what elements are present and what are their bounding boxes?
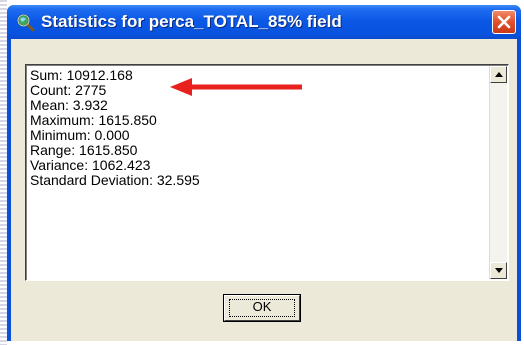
arrow-up-icon [495, 72, 503, 77]
title-bar[interactable]: Statistics for perca_TOTAL_85% field [7, 5, 521, 39]
vertical-scrollbar[interactable] [489, 66, 507, 279]
close-button[interactable] [492, 10, 516, 34]
stat-maximum: Maximum: 1615.850 [30, 112, 157, 128]
scroll-down-button[interactable] [490, 262, 507, 279]
red-arrow-annotation [170, 78, 302, 96]
stat-range: Range: 1615.850 [30, 142, 138, 158]
arrow-down-icon [495, 268, 503, 273]
close-icon [497, 15, 511, 29]
stat-standard-deviation: Standard Deviation: 32.595 [30, 172, 200, 188]
scroll-up-button[interactable] [490, 66, 507, 83]
stat-minimum: Minimum: 0.000 [30, 127, 130, 143]
stat-mean: Mean: 3.932 [30, 97, 108, 113]
statistics-dialog: Statistics for perca_TOTAL_85% field Sum… [7, 5, 521, 341]
focus-rectangle [229, 299, 295, 317]
window-title: Statistics for perca_TOTAL_85% field [41, 12, 342, 31]
magnifier-globe-icon [16, 13, 35, 32]
stat-variance: Variance: 1062.423 [30, 157, 151, 173]
ok-button[interactable]: OK [223, 294, 301, 322]
left-dotted-edge [0, 0, 7, 345]
